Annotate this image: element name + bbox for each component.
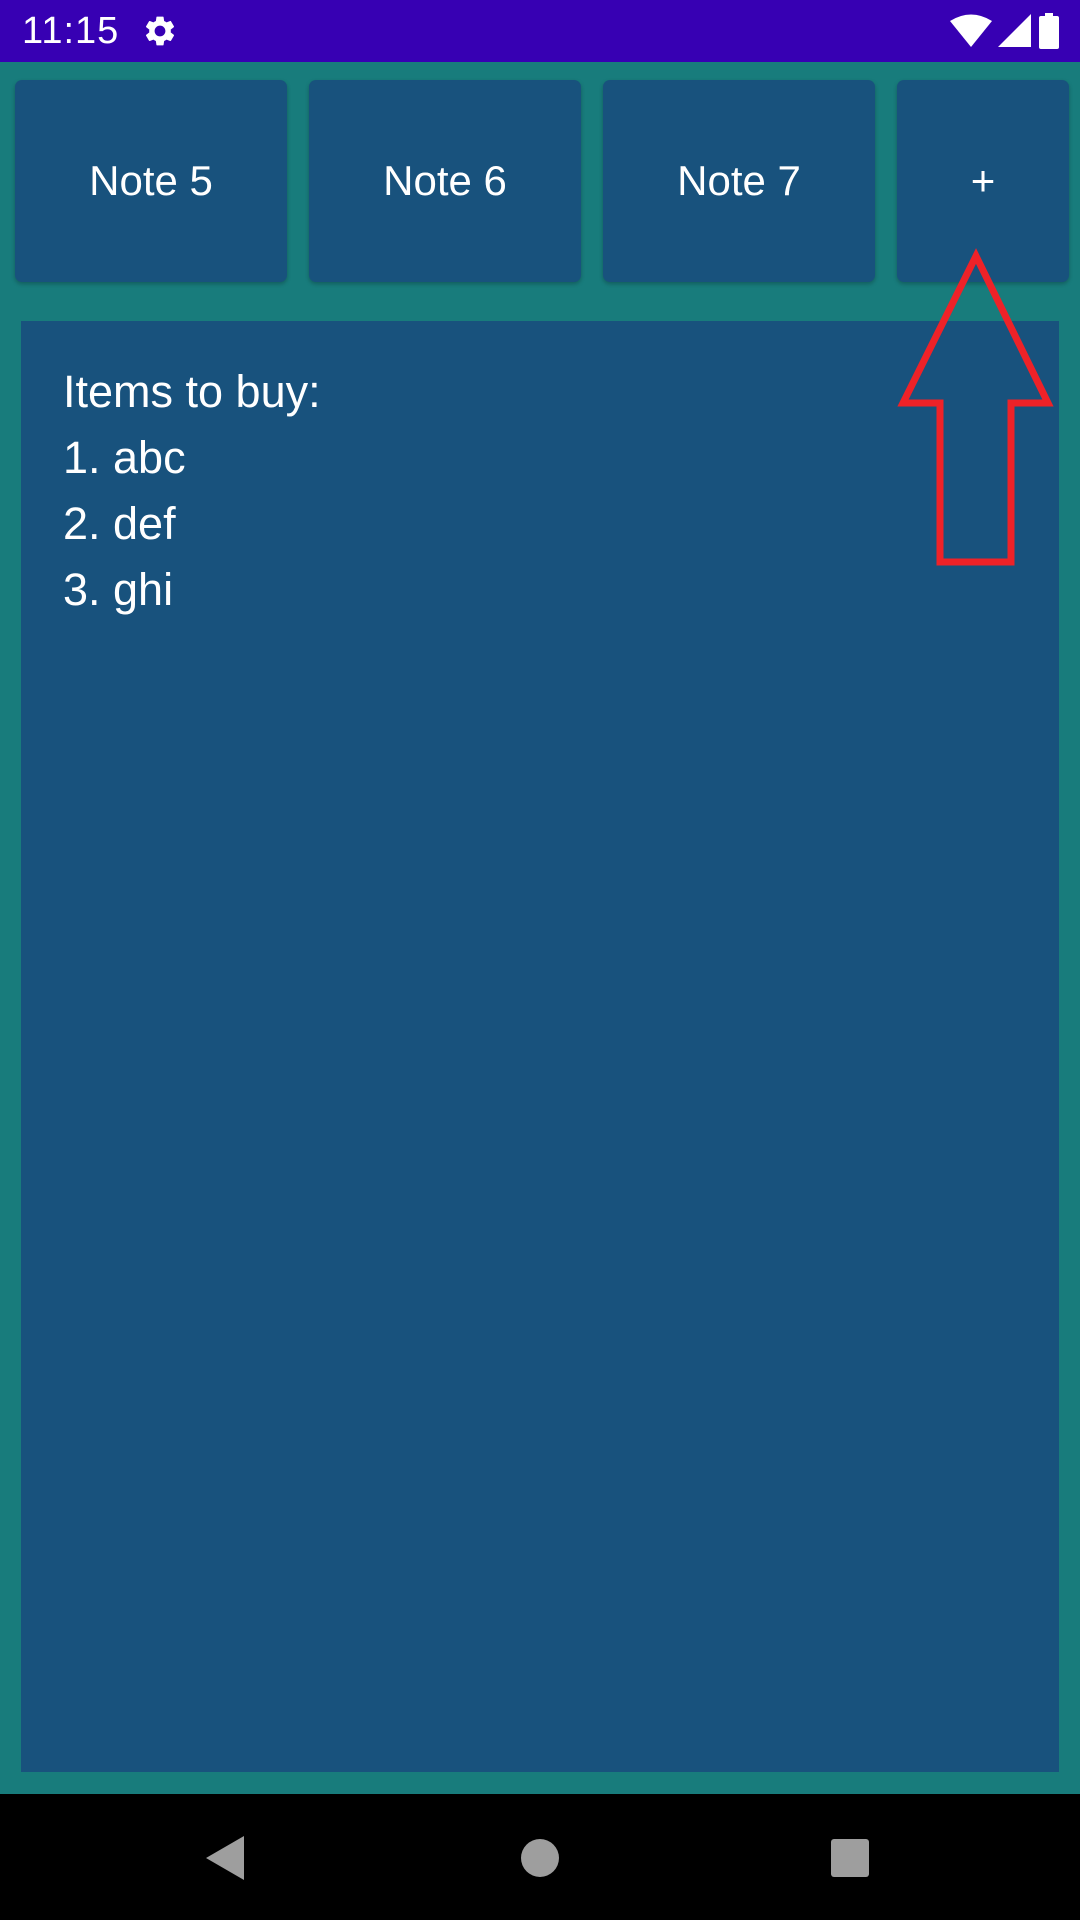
home-icon[interactable] <box>512 1830 568 1886</box>
tab-label: Note 7 <box>677 157 801 204</box>
navigation-bar <box>0 1794 1080 1920</box>
recents-icon[interactable] <box>822 1830 878 1886</box>
battery-icon <box>1039 13 1059 49</box>
note-line: 1. abc <box>63 432 186 483</box>
note-line: 2. def <box>63 498 176 549</box>
tab-note-5[interactable]: Note 5 <box>15 80 287 282</box>
signal-icon <box>998 14 1031 47</box>
status-time: 11:15 <box>22 10 120 52</box>
status-icons <box>950 12 1060 50</box>
tab-note-7[interactable]: Note 7 <box>603 80 875 282</box>
add-label: + <box>970 157 996 204</box>
back-icon[interactable] <box>198 1830 254 1886</box>
annotation-arrow-icon <box>897 248 1054 566</box>
gear-icon <box>145 16 175 46</box>
tab-label: Note 6 <box>383 157 507 204</box>
note-content: Items to buy: 1. abc 2. def 3. ghi <box>63 359 321 623</box>
note-line: 3. ghi <box>63 564 174 615</box>
wifi-icon <box>950 14 992 47</box>
status-bar: 11:15 <box>0 0 1080 62</box>
tab-label: Note 5 <box>89 157 213 204</box>
tab-note-6[interactable]: Note 6 <box>309 80 581 282</box>
note-line: Items to buy: <box>63 366 321 417</box>
